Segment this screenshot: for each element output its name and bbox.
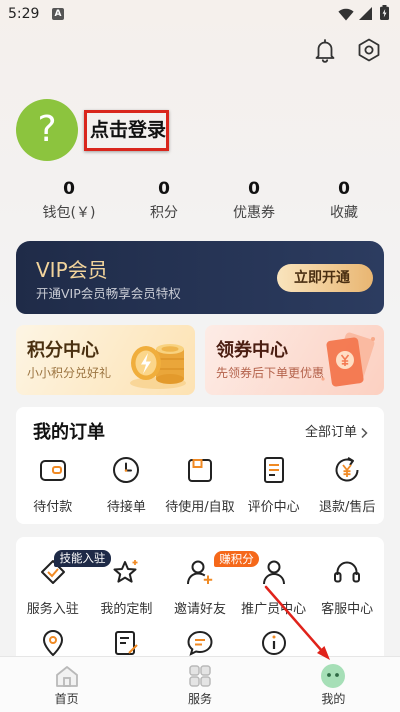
star-icon (113, 560, 138, 583)
stat-label: 优惠券 (233, 205, 275, 221)
vip-activate-button[interactable]: 立即开通 (277, 264, 373, 292)
stat-wallet[interactable]: 0 钱包(￥) (29, 178, 109, 228)
clock-icon (113, 457, 140, 483)
skill-join-badge: 技能入驻 (54, 550, 111, 567)
stat-label: 收藏 (330, 205, 358, 221)
avatar[interactable]: ? (16, 99, 78, 161)
edit-list-icon (115, 631, 139, 655)
orders-title: 我的订单 (33, 422, 105, 443)
order-to-use[interactable]: 待使用/自取 (163, 451, 237, 521)
promo-subtitle: 先领券后下单更优惠 (216, 366, 325, 380)
tab-services[interactable]: 服务 (133, 657, 266, 712)
promo-subtitle: 小小积分兑好礼 (27, 366, 112, 380)
service-label: 客服中心 (321, 602, 374, 617)
orders-card: 我的订单 全部订单 待付款 待接单 待使用/自取 评价中心 退款/售后 (16, 407, 384, 524)
bell-icon[interactable] (312, 37, 338, 63)
tab-label: 服务 (187, 692, 212, 706)
promoter-icon (262, 560, 285, 585)
wifi-icon (338, 8, 354, 21)
tab-label: 首页 (54, 692, 79, 706)
info-icon (261, 631, 286, 655)
stat-value: 0 (338, 179, 350, 199)
stat-label: 钱包(￥) (42, 205, 96, 221)
service-support[interactable]: 客服中心 (310, 553, 384, 623)
chat-icon (187, 630, 213, 656)
battery-icon (380, 5, 389, 20)
order-pending-payment[interactable]: 待付款 (16, 451, 90, 521)
earn-points-badge: 赚积分 (214, 551, 259, 567)
stat-points[interactable]: 0 积分 (124, 178, 204, 228)
stat-value: 0 (248, 179, 260, 199)
coupon-icon (321, 332, 375, 387)
chevron-right-icon (361, 427, 368, 439)
review-icon (263, 457, 284, 483)
tab-mine[interactable]: 我的 (267, 657, 400, 712)
settings-icon[interactable] (356, 37, 382, 63)
bottom-nav: 首页 服务 我的 (0, 656, 400, 712)
home-icon (55, 666, 78, 687)
stat-value: 0 (63, 179, 75, 199)
status-time: 5:29 (8, 6, 40, 22)
stat-favorites[interactable]: 0 收藏 (304, 178, 384, 228)
add-user-icon (186, 560, 213, 585)
points-center-card[interactable]: 积分中心 小小积分兑好礼 (16, 325, 195, 395)
stat-label: 积分 (150, 205, 178, 221)
coins-icon (130, 344, 186, 389)
promo-title: 领券中心 (216, 340, 288, 361)
stat-coupons[interactable]: 0 优惠券 (214, 178, 294, 228)
order-refund[interactable]: 退款/售后 (310, 451, 384, 521)
status-bar: 5:29 A (0, 0, 400, 28)
services-card: 技能入驻 赚积分 服务入驻 我的定制 邀请好友 推广员中心 客服中心 (16, 537, 384, 667)
grid-icon (189, 665, 211, 687)
vip-title: VIP会员 (36, 258, 108, 282)
tab-label: 我的 (321, 692, 346, 706)
profile-face-icon (321, 664, 346, 688)
vip-banner[interactable]: VIP会员 开通VIP会员畅享会员特权 立即开通 (16, 241, 384, 314)
all-orders-label: 全部订单 (304, 425, 357, 440)
location-icon (42, 630, 63, 657)
order-pending-accept[interactable]: 待接单 (90, 451, 164, 521)
all-orders-link[interactable]: 全部订单 (305, 424, 368, 442)
package-icon (187, 459, 212, 482)
refund-icon (335, 456, 359, 482)
wallet-icon (39, 460, 66, 481)
signal-icon (359, 7, 372, 20)
stat-value: 0 (158, 179, 170, 199)
promo-title: 积分中心 (27, 340, 99, 361)
coupon-center-card[interactable]: 领券中心 先领券后下单更优惠 (205, 325, 384, 395)
order-item-label: 退款/售后 (318, 500, 376, 515)
vip-subtitle: 开通VIP会员畅享会员特权 (36, 286, 181, 301)
notification-a-icon: A (52, 8, 64, 20)
login-link[interactable]: 点击登录 (90, 117, 166, 143)
headset-icon (334, 561, 361, 583)
tab-home[interactable]: 首页 (0, 657, 133, 712)
order-reviews[interactable]: 评价中心 (237, 451, 311, 521)
